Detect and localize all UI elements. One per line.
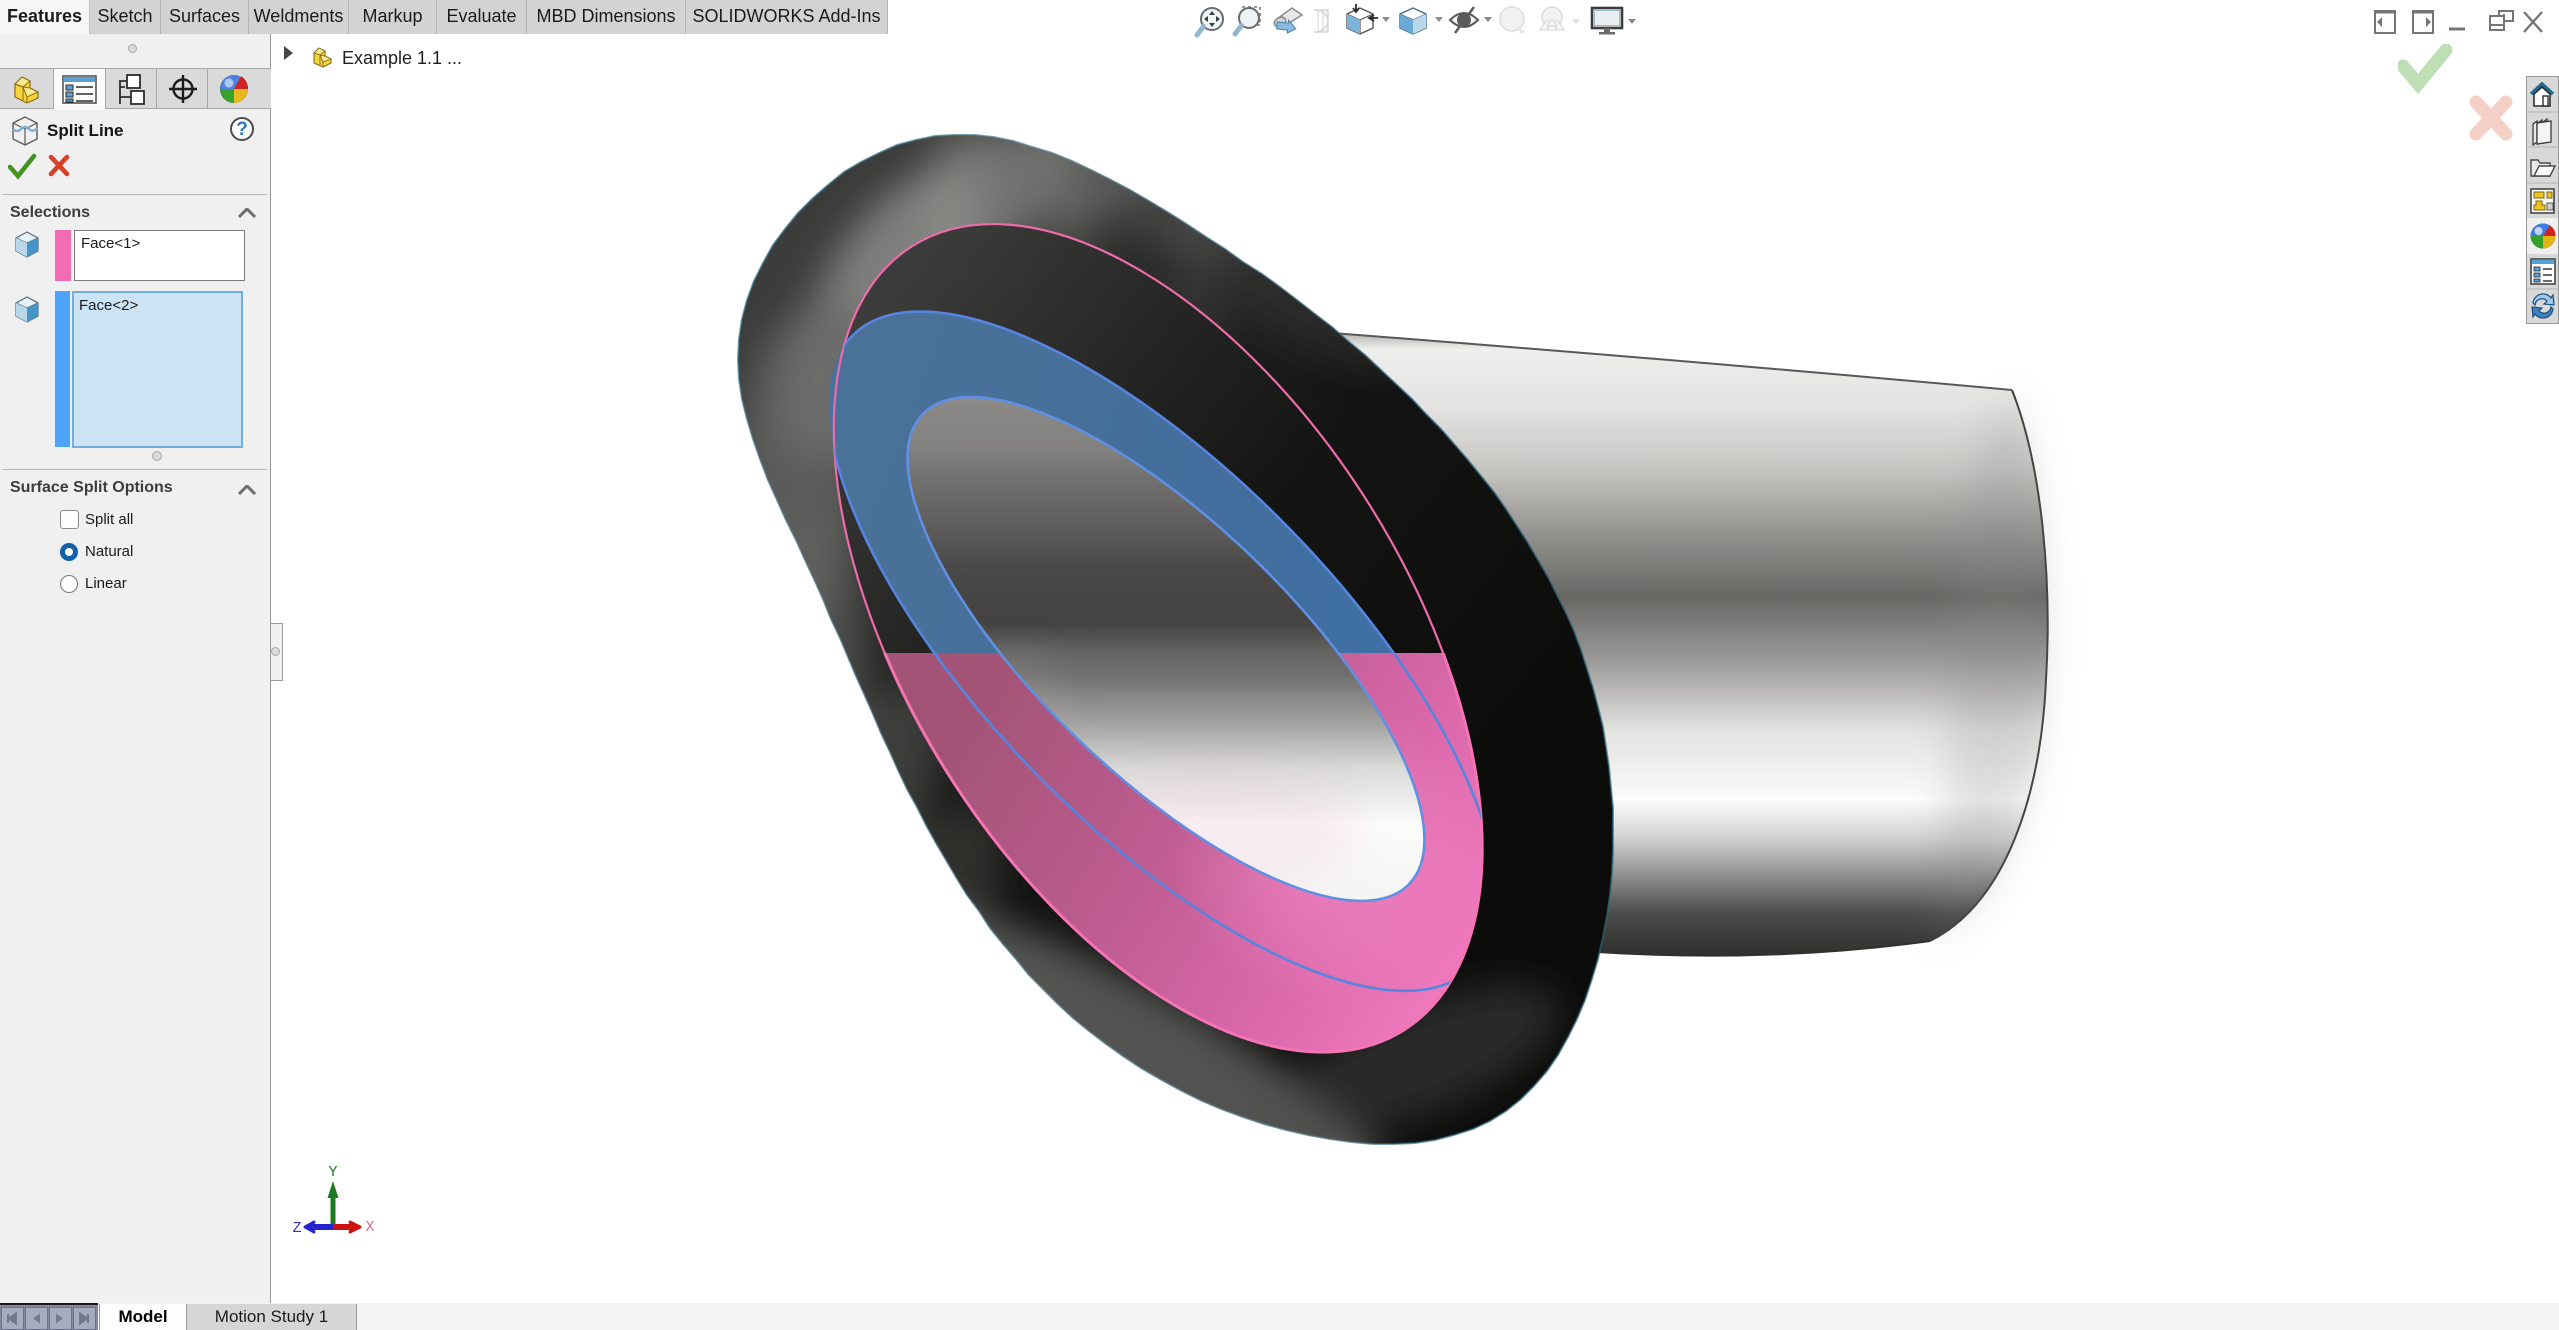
- svg-text:Y: Y: [328, 1164, 337, 1181]
- svg-text:Z: Z: [292, 1220, 301, 1237]
- svg-text:X: X: [365, 1219, 374, 1236]
